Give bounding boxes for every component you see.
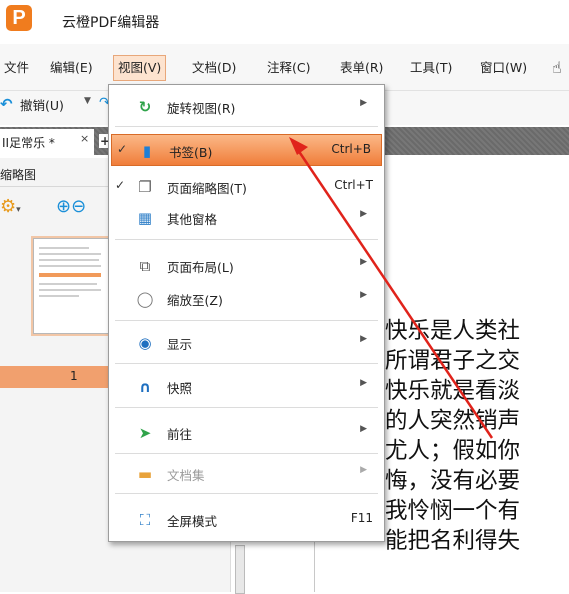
zoom-icon: ◯ xyxy=(136,290,154,308)
document-line: 快乐是人类社 xyxy=(385,318,521,344)
menu-item-other-panes[interactable]: ▦ 其他窗格 ▶ xyxy=(110,202,383,232)
hand-tool-icon[interactable]: ☝ xyxy=(548,56,566,80)
check-icon: ✓ xyxy=(117,142,128,156)
undo-button[interactable]: 撤销(U) xyxy=(20,95,64,114)
display-icon: ◉ xyxy=(138,334,152,352)
menu-item-page-layout[interactable]: ⧉ 页面布局(L) ▶ xyxy=(110,250,383,280)
menu-separator xyxy=(115,126,378,127)
view-menu-dropdown: ↻ 旋转视图(R) ▶ ✓ ▮ 书签(B) Ctrl+B ✓ ❐ 页面缩略图(T… xyxy=(108,84,385,542)
document-line: 能把名利得失 xyxy=(385,528,521,554)
menu-window[interactable]: 窗口(W) xyxy=(476,56,531,80)
document-line: 的人突然销声 xyxy=(385,408,521,434)
fullscreen-icon: ⛶ xyxy=(139,511,151,529)
app-logo: P xyxy=(6,5,32,31)
document-set-icon: ▬ xyxy=(137,465,153,483)
menu-separator xyxy=(115,453,378,454)
page-thumbnails-icon: ❐ xyxy=(138,178,152,196)
options-gear-icon[interactable]: ⚙▾ xyxy=(0,196,21,217)
snapshot-icon: ∩ xyxy=(138,378,152,396)
document-line: 悔，没有必要 xyxy=(385,468,521,494)
menu-item-snapshot[interactable]: ∩ 快照 ▶ xyxy=(110,371,383,401)
menu-item-bookmarks[interactable]: ✓ ▮ 书签(B) Ctrl+B xyxy=(111,134,382,166)
undo-dropdown-icon[interactable]: ▼ xyxy=(84,96,91,106)
menu-separator xyxy=(115,493,378,494)
submenu-arrow-icon: ▶ xyxy=(360,378,367,388)
menu-separator xyxy=(115,407,378,408)
menu-edit[interactable]: 编辑(E) xyxy=(46,56,97,80)
document-line: 快乐就是看淡 xyxy=(385,378,521,404)
document-line: 我怜悯一个有 xyxy=(385,498,521,524)
goto-icon: ➤ xyxy=(138,424,152,442)
panel-title: 缩略图 xyxy=(0,168,37,182)
menu-separator xyxy=(115,363,378,364)
menu-item-rotate-view[interactable]: ↻ 旋转视图(R) ▶ xyxy=(110,91,383,121)
app-title: 云橙PDF编辑器 xyxy=(62,15,160,31)
menu-item-page-thumbnails[interactable]: ✓ ❐ 页面缩略图(T) Ctrl+T xyxy=(110,171,383,201)
close-tab-icon[interactable]: × xyxy=(80,132,89,145)
menu-item-zoom-to[interactable]: ◯ 缩放至(Z) ▶ xyxy=(110,283,383,313)
menu-comment[interactable]: 注释(C) xyxy=(263,56,314,80)
thumbnail-highlight xyxy=(39,273,101,277)
menu-item-fullscreen[interactable]: ⛶ 全屏模式 F11 xyxy=(110,504,383,534)
zoom-out-icon[interactable]: ⊖ xyxy=(71,196,86,217)
submenu-arrow-icon: ▶ xyxy=(360,334,367,344)
menu-separator xyxy=(115,320,378,321)
menu-tools[interactable]: 工具(T) xyxy=(406,56,456,80)
menu-item-document-set: ▬ 文档集 ▶ xyxy=(110,458,383,488)
submenu-arrow-icon: ▶ xyxy=(360,465,367,475)
document-tab-label: II足常乐 * xyxy=(2,136,55,150)
menu-file[interactable]: 文件 xyxy=(0,56,33,80)
bookmark-icon: ▮ xyxy=(142,142,152,160)
menu-view[interactable]: 视图(V) xyxy=(113,55,167,81)
rotate-icon: ↻ xyxy=(138,98,152,116)
submenu-arrow-icon: ▶ xyxy=(360,424,367,434)
panes-icon: ▦ xyxy=(137,209,153,227)
menu-form[interactable]: 表单(R) xyxy=(336,56,387,80)
page-number: 1 xyxy=(70,369,78,383)
submenu-arrow-icon: ▶ xyxy=(360,98,367,108)
zoom-in-icon[interactable]: ⊕ xyxy=(56,196,71,217)
menu-document[interactable]: 文档(D) xyxy=(188,56,240,80)
submenu-arrow-icon: ▶ xyxy=(360,257,367,267)
zoom-controls: ⊕⊖ xyxy=(56,196,86,217)
submenu-arrow-icon: ▶ xyxy=(360,209,367,219)
document-line: 尤人；假如你 xyxy=(385,438,521,464)
page-layout-icon: ⧉ xyxy=(139,257,151,275)
document-line: 所谓君子之交 xyxy=(385,348,521,374)
check-icon: ✓ xyxy=(115,178,126,192)
panel-scrollbar[interactable] xyxy=(235,545,245,594)
menu-item-display[interactable]: ◉ 显示 ▶ xyxy=(110,327,383,357)
menu-item-go-to[interactable]: ➤ 前往 ▶ xyxy=(110,417,383,447)
submenu-arrow-icon: ▶ xyxy=(360,290,367,300)
undo-icon[interactable]: ↶ xyxy=(0,96,16,112)
menu-separator xyxy=(115,239,378,240)
page-thumbnail[interactable] xyxy=(33,238,109,334)
